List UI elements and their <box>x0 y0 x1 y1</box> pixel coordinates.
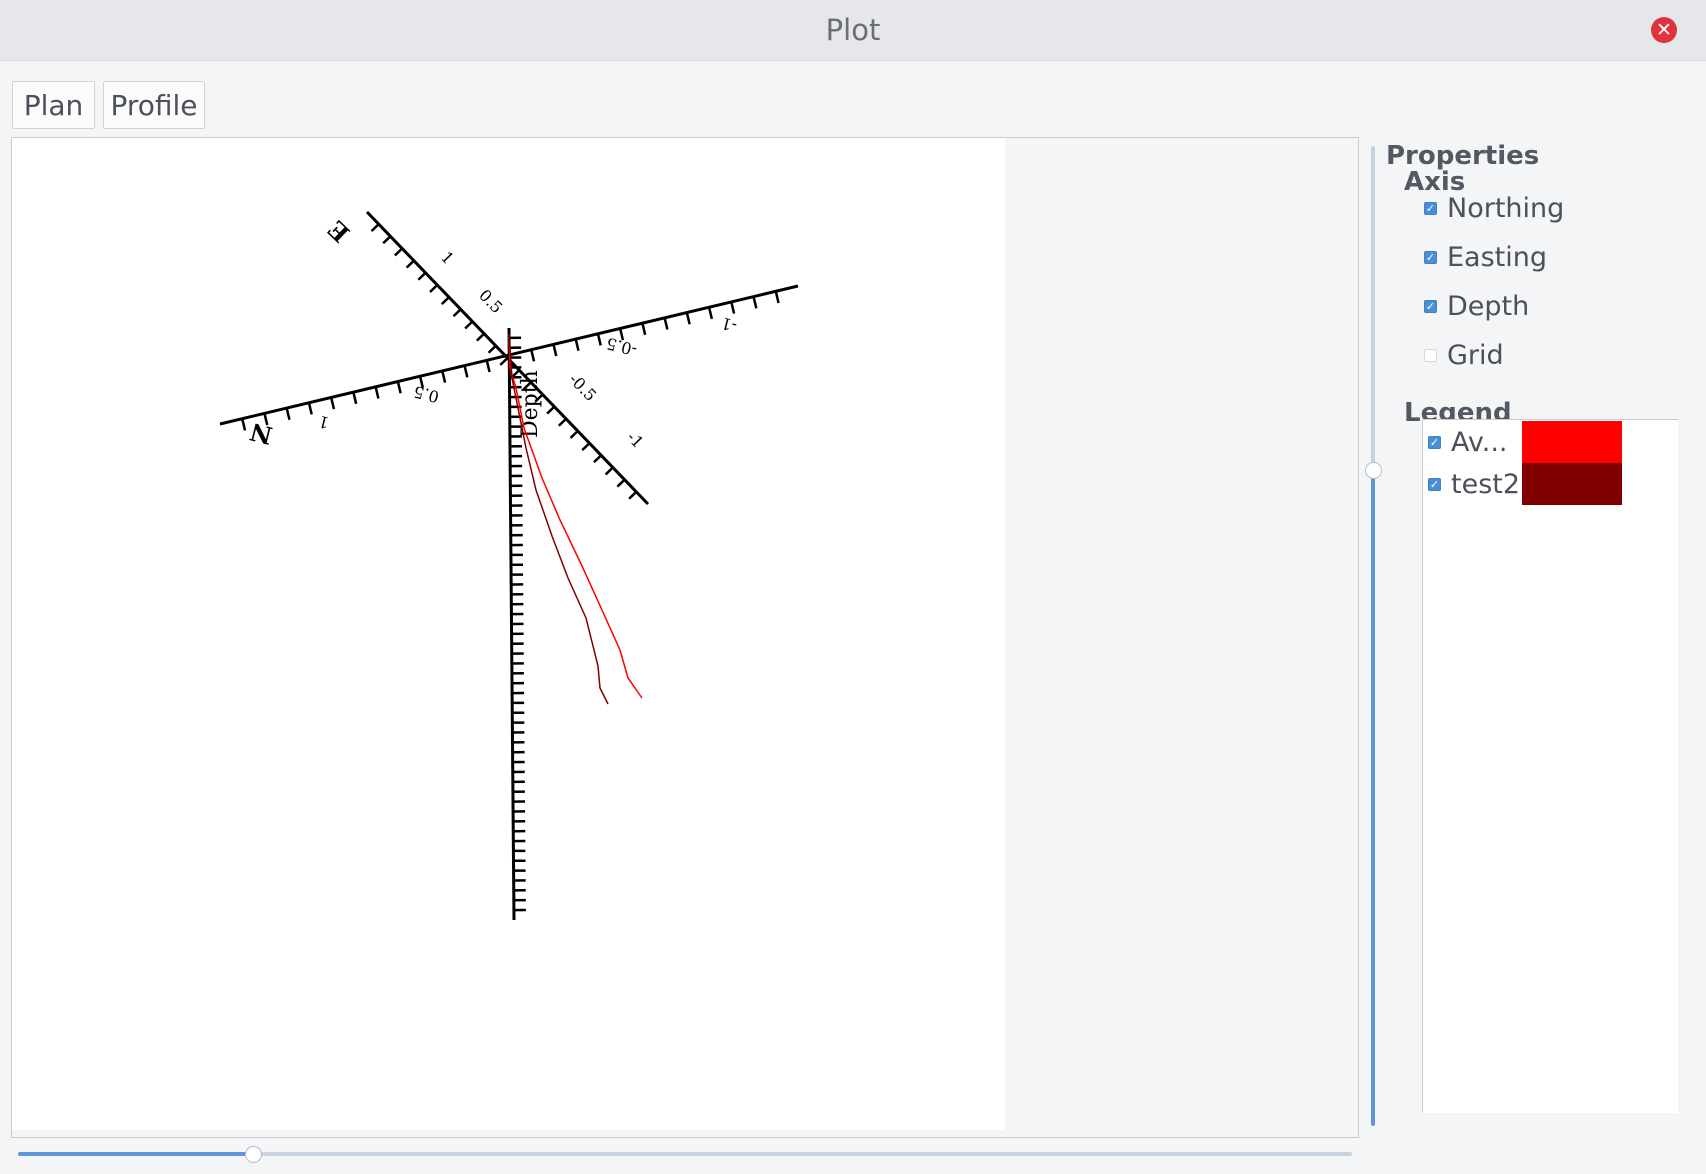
vertical-slider-handle[interactable] <box>1365 462 1382 479</box>
horizontal-slider-fill <box>18 1152 253 1156</box>
legend-list <box>1422 419 1678 1113</box>
easting-tick <box>394 247 403 257</box>
3d-axes-plot: 1 0.5 -0.5 -1 1 0.5 -0.5 -1 E N Depth <box>219 210 799 921</box>
easting-tick-label-1: 1 <box>437 248 458 269</box>
northing-tick <box>329 397 336 410</box>
northing-tick <box>463 365 469 378</box>
legend-item-label: test2 <box>1451 468 1521 500</box>
northing-tick-label-0.5: 0.5 <box>412 382 441 407</box>
tab-plan[interactable]: Plan <box>12 81 95 129</box>
northing-tick <box>574 338 580 352</box>
tab-profile[interactable]: Profile <box>103 81 205 129</box>
northing-tick-label-1: 1 <box>316 412 330 433</box>
axis-option-label: Grid <box>1447 339 1504 371</box>
northing-tick-label-neg0.5: -0.5 <box>604 334 639 360</box>
northing-tick <box>285 407 291 421</box>
horizontal-slider-handle[interactable] <box>245 1146 262 1163</box>
axis-option-depth[interactable]: ✓ Depth <box>1424 289 1529 323</box>
easting-tick-label-neg0.5: -0.5 <box>565 370 600 405</box>
northing-tick <box>663 317 669 330</box>
legend-item-av[interactable]: ✓ Av... <box>1428 421 1508 463</box>
axis-option-label: Easting <box>1447 241 1548 273</box>
axis-option-easting[interactable]: ✓ Easting <box>1424 240 1547 274</box>
axis-option-label: Depth <box>1447 290 1530 322</box>
easting-tick-label-neg1: -1 <box>623 428 647 452</box>
northing-tick-label-neg1: -1 <box>719 313 739 335</box>
easting-tick <box>476 332 485 342</box>
easting-axis-label: E <box>322 215 355 249</box>
easting-tick <box>616 478 626 488</box>
northing-tick <box>530 349 536 362</box>
easting-tick <box>487 344 497 354</box>
northing-tick <box>707 306 714 320</box>
easting-tick <box>382 235 392 245</box>
checkbox-checked-icon[interactable]: ✓ <box>1424 299 1437 313</box>
easting-tick <box>593 454 603 464</box>
easting-tick <box>440 296 450 306</box>
easting-tick <box>569 430 579 439</box>
easting-tick <box>628 490 638 500</box>
easting-tick <box>581 442 591 452</box>
checkbox-checked-icon[interactable]: ✓ <box>1424 201 1437 215</box>
checkbox-checked-icon[interactable]: ✓ <box>1428 435 1441 449</box>
easting-tick <box>499 357 509 366</box>
easting-tick <box>417 271 427 281</box>
northing-tick <box>485 360 491 373</box>
northing-tick <box>441 370 447 383</box>
easting-tick-label-0.5: 0.5 <box>475 286 506 318</box>
window-title: Plot <box>825 13 881 47</box>
northing-tick <box>396 381 402 394</box>
easting-tick <box>405 259 415 269</box>
legend-item-test2[interactable]: ✓ test2 <box>1428 463 1520 505</box>
legend-swatch-av[interactable] <box>1522 421 1622 463</box>
northing-tick <box>374 386 380 399</box>
northing-tick <box>641 322 647 336</box>
easting-axis-ticks <box>370 223 638 500</box>
checkbox-checked-icon[interactable]: ✓ <box>1428 477 1441 491</box>
plot-canvas[interactable]: 1 0.5 -0.5 -1 1 0.5 -0.5 -1 E N Depth <box>12 138 1005 1130</box>
legend-item-label: Av... <box>1451 426 1508 458</box>
easting-tick <box>429 284 439 293</box>
checkbox-unchecked-icon[interactable] <box>1424 348 1437 362</box>
northing-tick <box>774 291 780 304</box>
axis-option-northing[interactable]: ✓ Northing <box>1424 191 1564 225</box>
northing-tick <box>730 301 736 314</box>
northing-tick <box>307 402 313 415</box>
northing-tick <box>752 296 758 309</box>
checkbox-checked-icon[interactable]: ✓ <box>1424 250 1437 264</box>
easting-tick <box>464 320 474 330</box>
northing-axis-label: N <box>247 417 275 450</box>
northing-tick <box>685 312 691 325</box>
easting-tick <box>370 223 380 233</box>
close-icon[interactable]: ✕ <box>1651 17 1677 43</box>
vertical-slider-fill <box>1371 469 1375 1126</box>
easting-tick <box>557 417 567 427</box>
axis-option-grid[interactable]: Grid <box>1424 338 1504 372</box>
easting-tick <box>546 405 556 415</box>
easting-tick <box>604 466 614 476</box>
axis-option-label: Northing <box>1447 192 1565 224</box>
northing-tick <box>596 333 602 346</box>
northing-tick <box>241 418 247 431</box>
northing-tick <box>352 391 358 405</box>
easting-tick <box>452 308 462 318</box>
legend-swatch-test2[interactable] <box>1522 463 1622 505</box>
northing-tick <box>552 344 558 357</box>
title-bar: Plot ✕ <box>0 0 1706 61</box>
